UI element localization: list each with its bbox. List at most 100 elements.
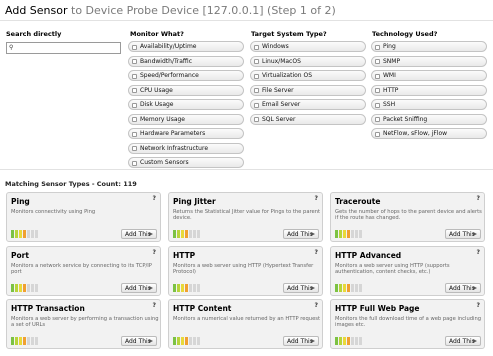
checkbox[interactable] (132, 73, 137, 79)
monitor-filter-option[interactable]: Custom Sensors (128, 157, 244, 168)
filter-option-label: Disk Usage (140, 101, 174, 108)
checkbox[interactable] (132, 102, 137, 108)
target-filter-option[interactable]: Email Server (250, 99, 366, 110)
sensor-card[interactable]: ? HTTP Transaction Monitors a web server b… (6, 299, 161, 349)
sensor-name: HTTP (173, 251, 196, 260)
checkbox[interactable] (132, 59, 137, 64)
add-this-label: Add This (287, 285, 313, 292)
filter-option-label: SQL Server (262, 115, 296, 123)
help-icon[interactable]: ? (153, 302, 156, 309)
filter-option-label: Email Server (262, 101, 301, 108)
technology-filter-option[interactable]: NetFlow, sFlow, jFlow (371, 128, 487, 139)
add-this-button[interactable]: Add This (121, 283, 157, 293)
sensor-card[interactable]: ? HTTP Full Web Page Monitors the full dow… (330, 299, 485, 349)
checkbox[interactable] (375, 131, 380, 137)
sensor-card[interactable]: ? Ping Jitter Returns the Statistical Jitt… (168, 192, 323, 242)
page-title: Add Sensor to Device Probe Device [127.0… (5, 4, 336, 17)
add-this-button[interactable]: Add This (283, 229, 319, 239)
technology-filter-option[interactable]: SNMP (371, 55, 487, 67)
target-filter-option[interactable]: SQL Server (250, 113, 366, 125)
checkbox[interactable] (132, 160, 137, 166)
impact-bar-segment (355, 230, 358, 238)
sensor-name: HTTP Transaction (11, 304, 85, 313)
add-this-button[interactable]: Add This (445, 229, 481, 239)
technology-filter-option[interactable]: SSH (371, 99, 487, 110)
target-filter-option[interactable]: Linux/MacOS (250, 55, 366, 67)
monitor-filter-option[interactable]: Disk Usage (128, 99, 244, 110)
monitor-filter-option[interactable]: Network Infrastructure (128, 142, 244, 154)
filter-option-label: HTTP (383, 86, 399, 94)
sensor-card[interactable]: ? HTTP Content Monitors a numerical value … (168, 299, 323, 349)
add-this-button[interactable]: Add This (121, 336, 157, 346)
technology-filter-option[interactable]: HTTP (371, 84, 487, 96)
checkbox[interactable] (375, 117, 380, 122)
sensor-card[interactable]: ? Port Monitors a network service by conne… (6, 246, 161, 296)
technology-filter-option[interactable]: WMI (371, 70, 487, 81)
checkbox[interactable] (132, 44, 137, 50)
checkbox[interactable] (132, 117, 137, 122)
impact-bar-segment (35, 284, 38, 292)
technology-filter-option[interactable]: Ping (371, 41, 487, 52)
monitor-filter-option[interactable]: Bandwidth/Traffic (128, 55, 244, 67)
checkbox[interactable] (254, 102, 259, 108)
help-icon[interactable]: ? (315, 302, 318, 309)
checkbox[interactable] (254, 88, 259, 93)
target-filter-option[interactable]: Windows (250, 41, 366, 52)
monitor-filter-option[interactable]: Memory Usage (128, 113, 244, 125)
checkbox[interactable] (375, 73, 380, 79)
page-title-subtitle: to Device Probe Device [127.0.0.1] (Step… (71, 4, 336, 17)
help-icon[interactable]: ? (477, 195, 480, 202)
performance-impact-meter (335, 284, 365, 292)
checkbox[interactable] (254, 117, 259, 122)
monitor-filter-option[interactable]: Hardware Parameters (128, 128, 244, 139)
monitor-filter-option[interactable]: Speed/Performance (128, 70, 244, 81)
target-filter-option[interactable]: Virtualization OS (250, 70, 366, 81)
checkbox[interactable] (254, 59, 259, 64)
checkbox[interactable] (375, 59, 380, 64)
play-arrow-icon (149, 339, 153, 343)
impact-bar-segment (351, 284, 354, 292)
help-icon[interactable]: ? (315, 249, 318, 256)
help-icon[interactable]: ? (477, 249, 480, 256)
play-arrow-icon (311, 339, 315, 343)
checkbox[interactable] (132, 88, 137, 93)
play-arrow-icon (149, 286, 153, 290)
impact-bar-segment (189, 337, 192, 345)
filter-option-label: Memory Usage (140, 115, 186, 123)
checkbox[interactable] (132, 131, 137, 137)
add-this-button[interactable]: Add This (445, 336, 481, 346)
monitor-filter-option[interactable]: Availability/Uptime (128, 41, 244, 52)
impact-bar-segment (343, 284, 346, 292)
technology-filter-option[interactable]: Packet Sniffing (371, 113, 487, 125)
checkbox[interactable] (132, 146, 137, 151)
checkbox[interactable] (254, 73, 259, 79)
monitor-filter-option[interactable]: CPU Usage (128, 84, 244, 96)
add-this-button[interactable]: Add This (283, 283, 319, 293)
add-this-label: Add This (125, 231, 151, 238)
search-field[interactable]: ⚲ (6, 42, 121, 54)
impact-bar-segment (335, 284, 338, 292)
performance-impact-meter (11, 337, 41, 345)
monitor-heading: Monitor What? (130, 30, 184, 38)
add-this-button[interactable]: Add This (445, 283, 481, 293)
target-filter-option[interactable]: File Server (250, 84, 366, 96)
add-this-label: Add This (287, 338, 313, 345)
help-icon[interactable]: ? (477, 302, 480, 309)
sensor-card[interactable]: ? Traceroute Gets the number of hops to th… (330, 192, 485, 242)
help-icon[interactable]: ? (315, 195, 318, 202)
checkbox[interactable] (375, 88, 380, 93)
search-input[interactable] (17, 43, 117, 53)
play-arrow-icon (473, 339, 477, 343)
add-this-button[interactable]: Add This (283, 336, 319, 346)
help-icon[interactable]: ? (153, 195, 156, 202)
checkbox[interactable] (375, 102, 380, 108)
help-icon[interactable]: ? (153, 249, 156, 256)
sensor-card[interactable]: ? Ping Monitors connectivity using Ping Add… (6, 192, 161, 242)
sensor-card[interactable]: ? HTTP Monitors a web server using HTTP (H… (168, 246, 323, 296)
checkbox[interactable] (254, 44, 259, 50)
impact-bar-segment (351, 230, 354, 238)
add-this-label: Add This (125, 285, 151, 292)
add-this-button[interactable]: Add This (121, 229, 157, 239)
sensor-card[interactable]: ? HTTP Advanced Monitors a web server usin… (330, 246, 485, 296)
checkbox[interactable] (375, 44, 380, 50)
